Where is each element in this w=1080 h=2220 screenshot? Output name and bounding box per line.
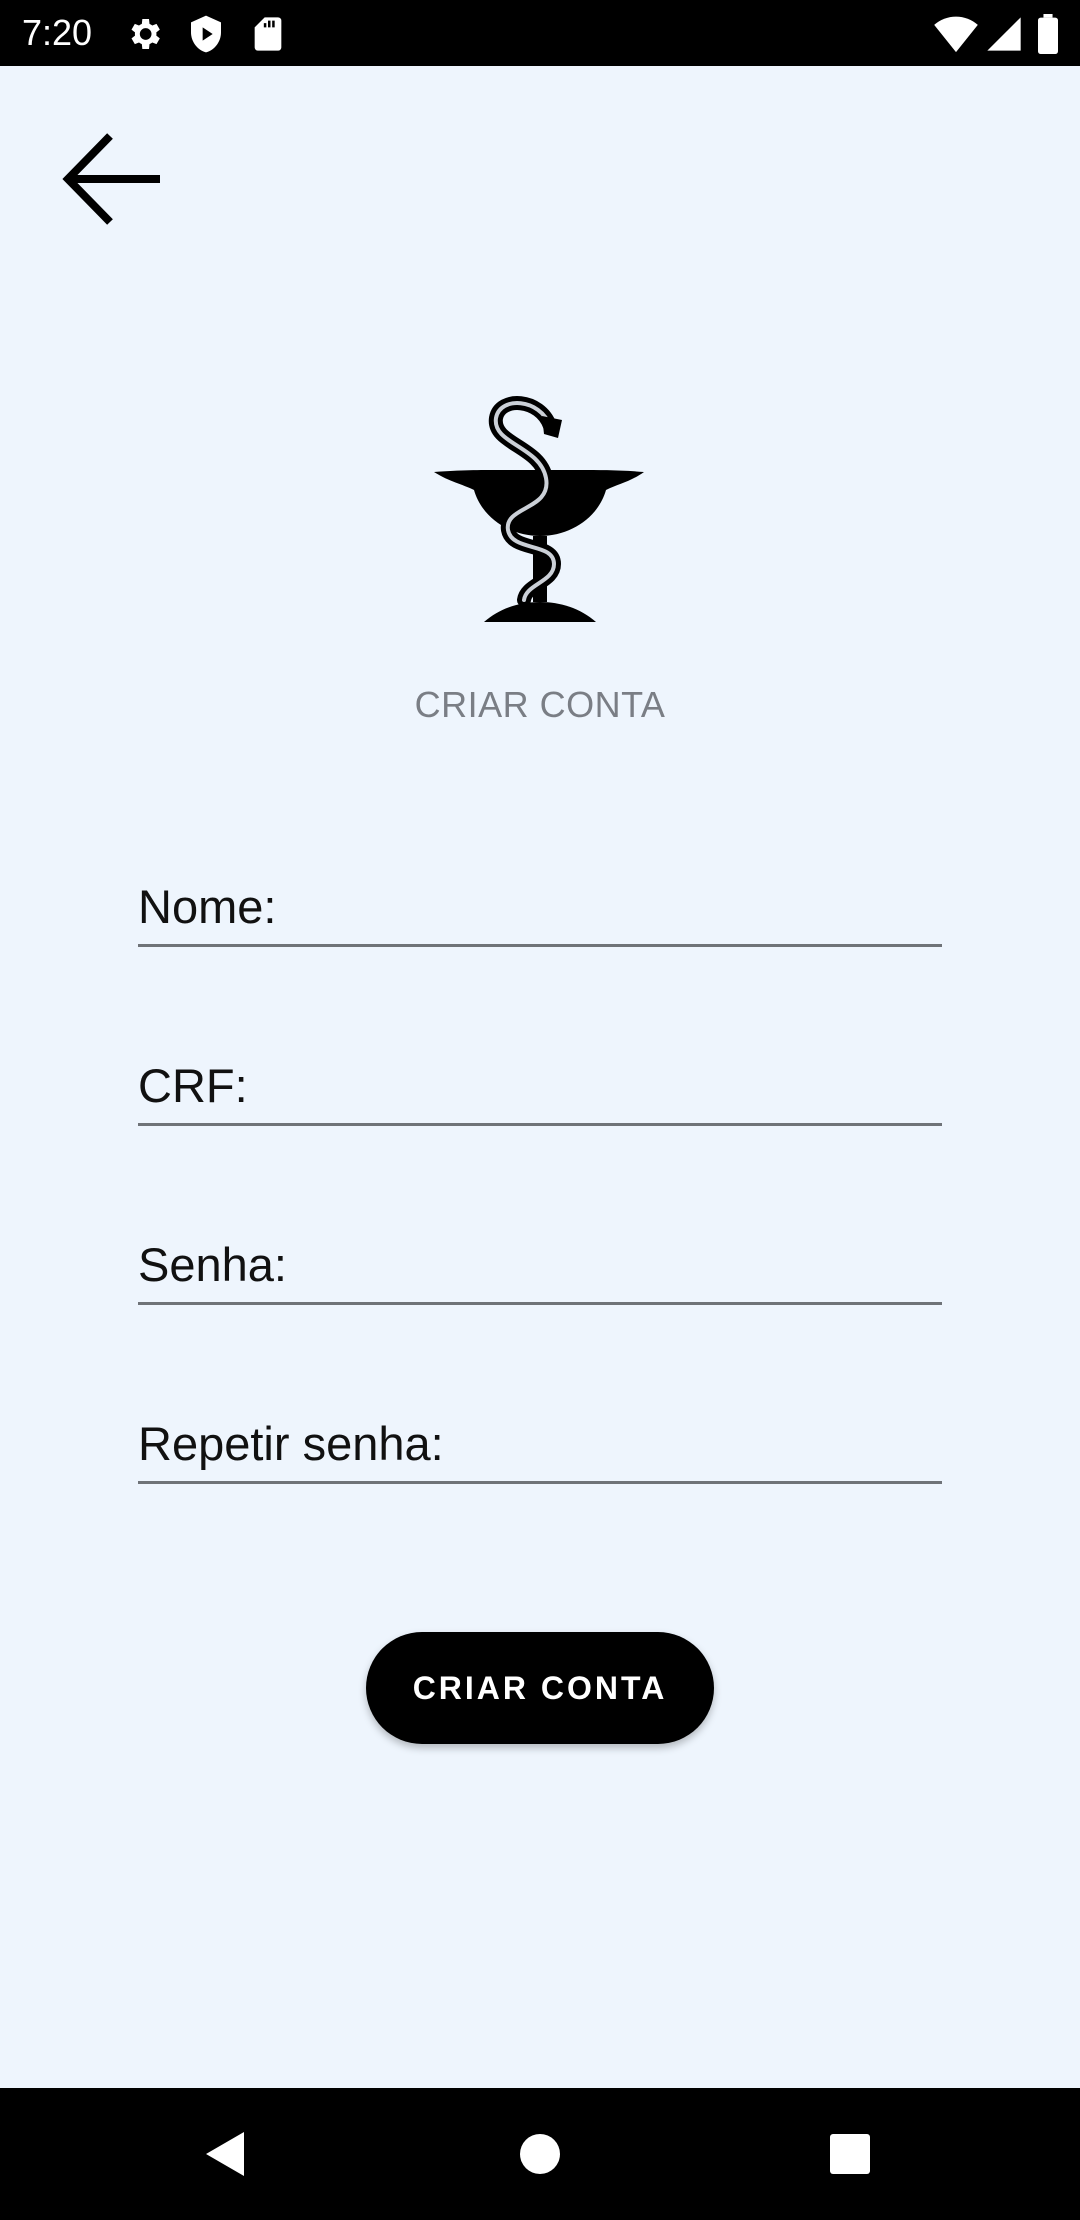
status-bar: 7:20 [0,0,1080,66]
nav-recents-icon [830,2134,870,2174]
name-field[interactable]: Nome: [138,856,942,947]
sd-card-icon [248,14,288,54]
settings-icon [124,14,164,54]
nav-back-button[interactable] [166,2088,286,2220]
nav-home-icon [520,2134,560,2174]
page-subtitle: CRIAR CONTA [414,684,666,725]
repeat-password-field[interactable]: Repetir senha: [138,1393,942,1484]
battery-icon [1036,14,1060,54]
crf-field-label: CRF: [138,1059,248,1112]
repeat-password-field-label: Repetir senha: [138,1417,444,1470]
navigation-bar [0,2088,1080,2220]
back-button[interactable] [60,130,164,228]
nav-home-button[interactable] [480,2088,600,2220]
status-time: 7:20 [22,12,93,53]
pharmacy-bowl-of-hygieia-icon [434,396,644,622]
nav-back-icon [206,2132,244,2176]
arrow-back-icon [62,133,160,225]
wifi-icon [934,14,978,54]
password-field[interactable]: Senha: [138,1214,942,1305]
signal-icon [984,14,1024,54]
crf-field[interactable]: CRF: [138,1035,942,1126]
logo [430,386,650,626]
create-account-button[interactable]: CRIAR CONTA [366,1632,714,1744]
name-field-label: Nome: [138,880,277,933]
password-field-label: Senha: [138,1238,287,1291]
shield-play-icon [186,14,226,54]
nav-recents-button[interactable] [790,2088,910,2220]
